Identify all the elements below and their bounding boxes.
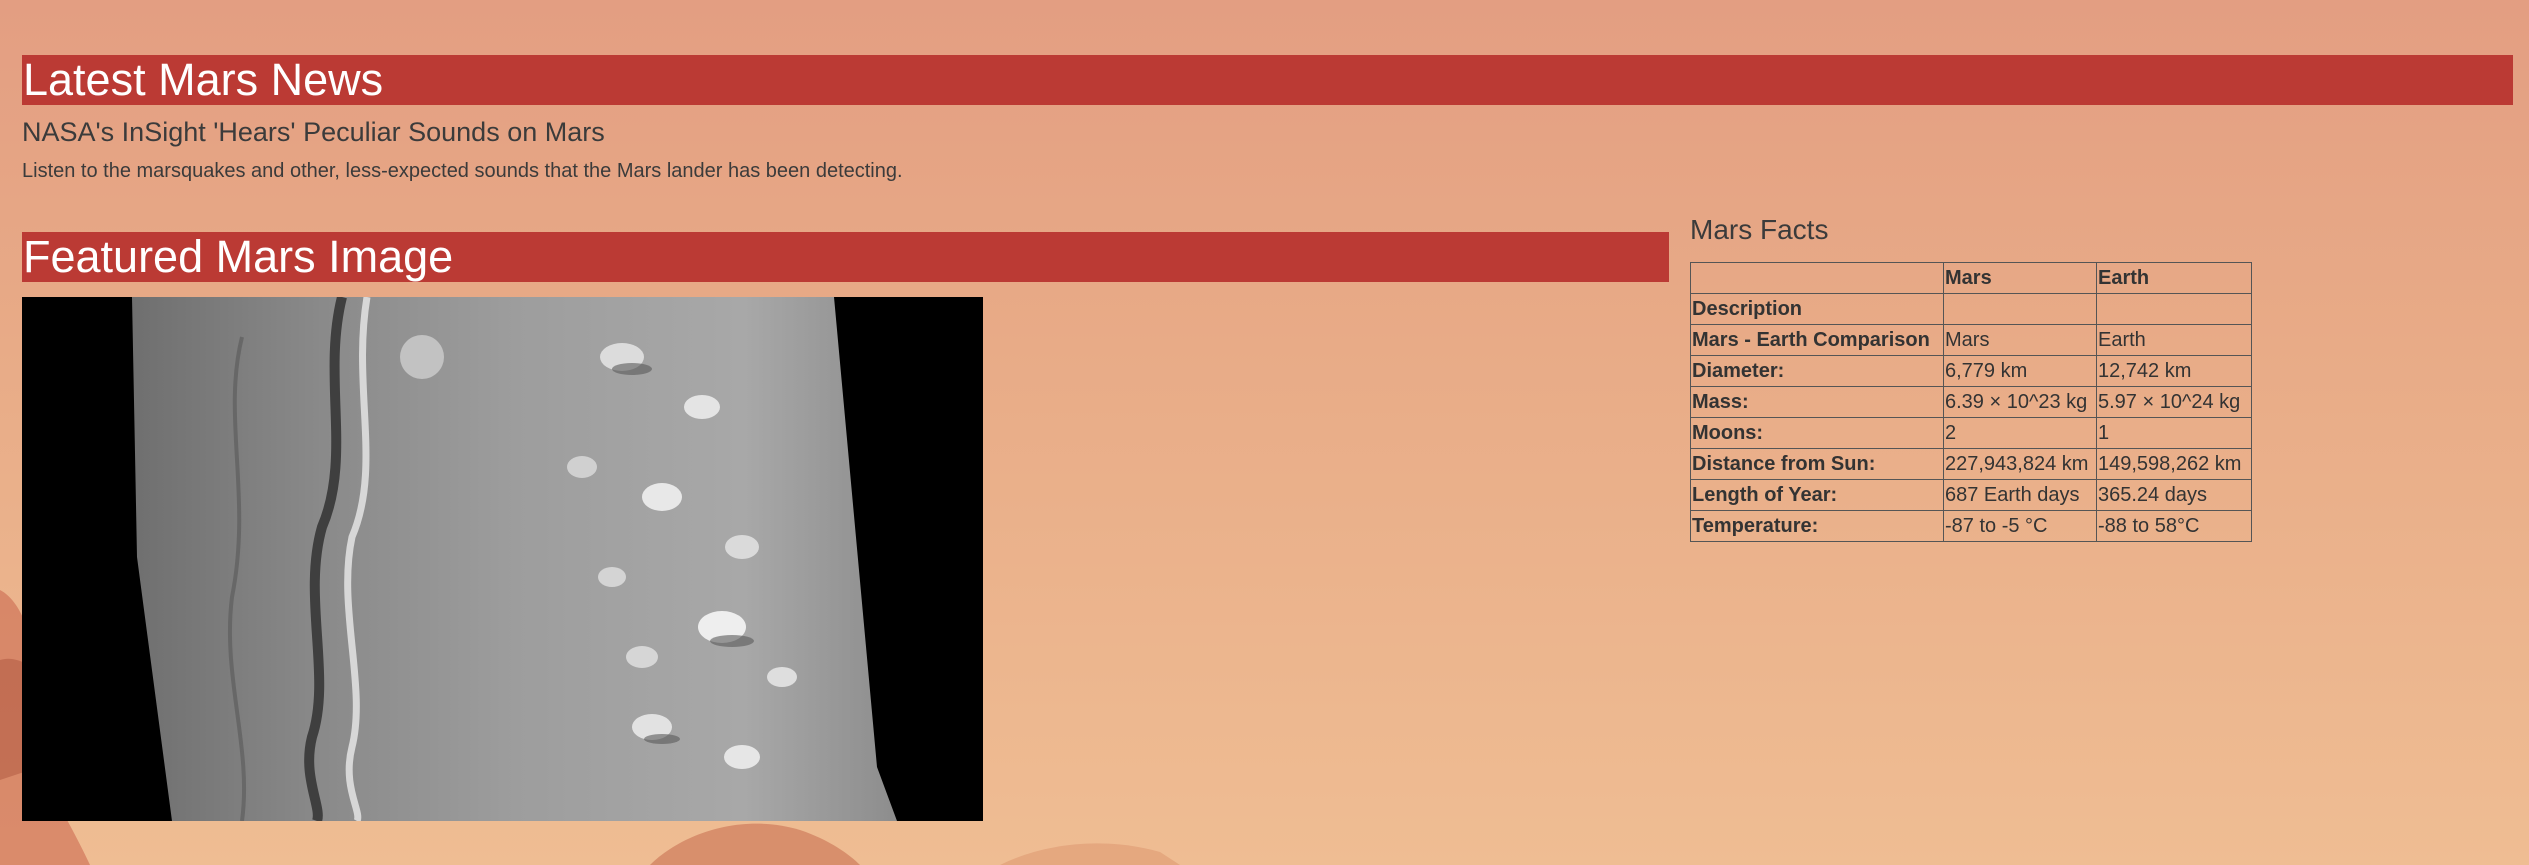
- mars-value: 6.39 × 10^23 kg: [1943, 386, 2097, 418]
- row-label: Description: [1690, 293, 1944, 325]
- mars-value: 6,779 km: [1943, 355, 2097, 387]
- table-row: Length of Year: 687 Earth days 365.24 da…: [1690, 479, 2252, 511]
- featured-mars-image[interactable]: [22, 297, 983, 821]
- row-label: Temperature:: [1690, 510, 1944, 542]
- earth-value: 5.97 × 10^24 kg: [2096, 386, 2252, 418]
- earth-value: 12,742 km: [2096, 355, 2252, 387]
- row-label: Diameter:: [1690, 355, 1944, 387]
- row-label: Mass:: [1690, 386, 1944, 418]
- row-label: Mars - Earth Comparison: [1690, 324, 1944, 356]
- table-row: Temperature: -87 to -5 °C -88 to 58°C: [1690, 510, 2252, 542]
- row-label: Length of Year:: [1690, 479, 1944, 511]
- earth-value: [2096, 293, 2252, 325]
- facts-header-row: Mars Earth: [1690, 262, 2252, 294]
- earth-value: 1: [2096, 417, 2252, 449]
- table-row: Moons: 2 1: [1690, 417, 2252, 449]
- table-row: Mass: 6.39 × 10^23 kg 5.97 × 10^24 kg: [1690, 386, 2252, 418]
- latest-news-heading: Latest Mars News: [22, 55, 2513, 105]
- table-row: Mars - Earth Comparison Mars Earth: [1690, 324, 2252, 356]
- mars-facts-table: Mars Earth Description Mars - Earth Comp…: [1690, 262, 2252, 542]
- table-row: Distance from Sun: 227,943,824 km 149,59…: [1690, 448, 2252, 480]
- earth-value: -88 to 58°C: [2096, 510, 2252, 542]
- featured-image-heading: Featured Mars Image: [22, 232, 1669, 282]
- facts-header-mars: Mars: [1943, 262, 2097, 294]
- mars-facts-heading: Mars Facts: [1690, 214, 1829, 245]
- table-row: Diameter: 6,779 km 12,742 km: [1690, 355, 2252, 387]
- earth-value: Earth: [2096, 324, 2252, 356]
- mars-value: Mars: [1943, 324, 2097, 356]
- mars-value: 227,943,824 km: [1943, 448, 2097, 480]
- mars-value: [1943, 293, 2097, 325]
- news-teaser: Listen to the marsquakes and other, less…: [22, 160, 903, 182]
- facts-header-blank: [1690, 262, 1944, 294]
- mars-value: 687 Earth days: [1943, 479, 2097, 511]
- mars-value: 2: [1943, 417, 2097, 449]
- table-row: Description: [1690, 293, 2252, 325]
- mars-value: -87 to -5 °C: [1943, 510, 2097, 542]
- row-label: Distance from Sun:: [1690, 448, 1944, 480]
- news-title[interactable]: NASA's InSight 'Hears' Peculiar Sounds o…: [22, 117, 605, 148]
- facts-header-earth: Earth: [2096, 262, 2252, 294]
- featured-image-graphic: [22, 297, 983, 821]
- earth-value: 149,598,262 km: [2096, 448, 2252, 480]
- earth-value: 365.24 days: [2096, 479, 2252, 511]
- row-label: Moons:: [1690, 417, 1944, 449]
